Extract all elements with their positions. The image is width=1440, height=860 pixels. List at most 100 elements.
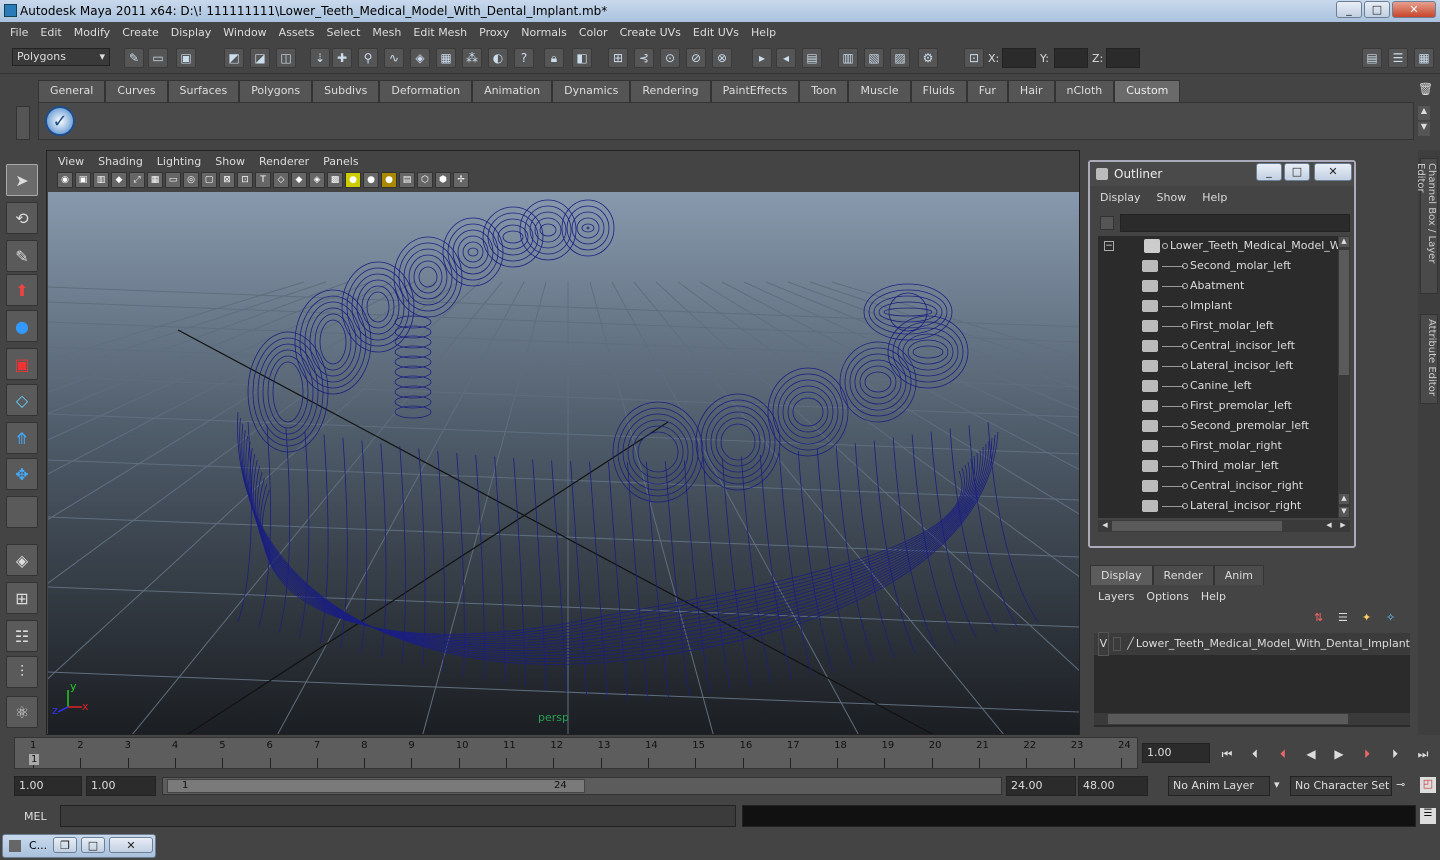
snap-curve-icon[interactable]: ⊰ [634,48,654,68]
playback-end-field[interactable]: 24.00 [1006,776,1076,796]
bookmarks-icon[interactable]: ▥ [93,172,109,188]
select-handles-icon[interactable]: ✚ [332,48,352,68]
outliner-minimize-button[interactable]: _ [1256,163,1282,181]
scroll-thumb[interactable] [1112,521,1282,531]
menu-set-selector[interactable]: Polygons ▾ [12,48,110,66]
lock-selection-icon[interactable]: ⇣ [310,48,330,68]
layer-stack-icon[interactable]: ☰ [1338,611,1356,627]
menu-edit-uvs[interactable]: Edit UVs [687,26,745,39]
menu-assets[interactable]: Assets [273,26,321,39]
maximize-button[interactable]: □ [1364,1,1390,18]
tab-polygons[interactable]: Polygons [239,80,313,102]
two-d-pan-zoom-icon[interactable]: ⤢ [129,172,145,188]
layer-type-toggle[interactable] [1112,637,1122,651]
scroll-left-arrow[interactable]: ◀ [1324,521,1334,531]
image-plane-icon[interactable]: ◆ [111,172,127,188]
menu-modify[interactable]: Modify [68,26,116,39]
outliner-item[interactable]: Third_molar_left [1098,456,1338,476]
make-live-icon[interactable]: ⊗ [712,48,732,68]
wireframe-icon[interactable]: ◇ [273,172,289,188]
tab-fluids[interactable]: Fluids [910,80,967,102]
snap-point-icon[interactable]: ⊙ [660,48,680,68]
select-rendering-icon[interactable]: ◐ [488,48,508,68]
tab-hair[interactable]: Hair [1007,80,1055,102]
textured-icon[interactable]: ▩ [327,172,343,188]
mel-label[interactable]: MEL [24,810,47,823]
show-manipulator-icon[interactable]: ✥ [6,458,38,490]
camera-attributes-icon[interactable]: ▣ [75,172,91,188]
step-back-key-icon[interactable]: ⏴ [1274,745,1292,763]
scroll-right-arrow[interactable]: ▶ [1338,521,1348,531]
select-component-icon[interactable]: ◫ [276,48,296,68]
snap-view-plane-icon[interactable]: ⊘ [686,48,706,68]
hypershade-layout-icon[interactable]: ⚛ [6,696,38,728]
tab-ncloth[interactable]: nCloth [1054,80,1115,102]
mel-command-input[interactable] [60,805,736,827]
menu-create[interactable]: Create [116,26,165,39]
menu-mesh[interactable]: Mesh [366,26,407,39]
select-joints-icon[interactable]: ⚲ [358,48,378,68]
z-input[interactable] [1106,48,1140,68]
outliner-item[interactable]: Second_molar_left [1098,256,1338,276]
new-layer-selected-icon[interactable]: ✧ [1386,611,1404,627]
input-ops-icon[interactable]: ▸ [752,48,772,68]
universal-manipulator-icon[interactable]: ◇ [6,384,38,416]
outliner-item[interactable]: Lateral_incisor_right [1098,496,1338,516]
playback-start-field[interactable]: 1.00 [86,776,156,796]
safe-title-icon[interactable]: T [255,172,271,188]
animation-end-field[interactable]: 48.00 [1078,776,1148,796]
x-input[interactable] [1002,48,1036,68]
xray-icon[interactable]: ⬡ [417,172,433,188]
scroll-down-arrow[interactable]: ▲ [1339,494,1349,504]
viewport-menu-lighting[interactable]: Lighting [150,155,208,168]
new-layer-icon[interactable]: ✦ [1362,611,1380,627]
last-tool-icon[interactable] [6,496,38,528]
tab-painteffects[interactable]: PaintEffects [710,80,800,102]
construction-history-icon[interactable]: ▤ [802,48,822,68]
tab-rendering[interactable]: Rendering [630,80,711,102]
outliner-item[interactable]: Second_premolar_left [1098,416,1338,436]
viewport-menu-shading[interactable]: Shading [91,155,150,168]
select-deformations-icon[interactable]: ▦ [436,48,456,68]
channel-box-tab[interactable]: Channel Box / Layer Editor [1415,158,1438,294]
graph-editor-layout-icon[interactable]: ⫶ [6,656,38,688]
minimize-button[interactable]: _ [1336,1,1362,18]
safe-action-icon[interactable]: ⊡ [237,172,253,188]
close-button[interactable]: ✕ [109,837,153,853]
menu-help[interactable]: Help [745,26,782,39]
render-current-frame-icon[interactable]: ▧ [864,48,884,68]
move-layer-up-icon[interactable]: ⇅ [1314,611,1332,627]
outliner-menu-show[interactable]: Show [1157,191,1187,204]
snap-grid-icon[interactable]: ⊞ [608,48,628,68]
camera-select-icon[interactable]: ◉ [57,172,73,188]
tab-toon[interactable]: Toon [799,80,849,102]
menu-normals[interactable]: Normals [515,26,573,39]
layer-row[interactable]: V ╱ Lower_Teeth_Medical_Model_With_Denta… [1094,632,1410,656]
select-dynamics-icon[interactable]: ⁂ [462,48,482,68]
tab-dynamics[interactable]: Dynamics [552,80,631,102]
scale-tool-icon[interactable]: ▣ [6,348,38,380]
xray-components-icon[interactable]: ✢ [453,172,469,188]
anim-layer-selector[interactable]: No Anim Layer [1168,776,1270,796]
tab-fur[interactable]: Fur [966,80,1008,102]
select-misc-icon[interactable]: ? [514,48,534,68]
tab-curves[interactable]: Curves [105,80,168,102]
ipr-render-icon[interactable]: ▨ [890,48,910,68]
current-time-field[interactable]: 1.00 [1142,743,1210,763]
layer-color-icon[interactable]: ╱ [1127,633,1134,655]
new-scene-icon[interactable]: ✎ [124,48,144,68]
outliner-root-node[interactable]: − Lower_Teeth_Medical_Model_With [1098,236,1338,256]
select-object-icon[interactable]: ◪ [250,48,270,68]
maximize-button[interactable]: □ [81,837,105,853]
menu-display[interactable]: Display [165,26,218,39]
outliner-close-button[interactable]: ✕ [1314,163,1352,181]
resolution-gate-icon[interactable]: ◎ [183,172,199,188]
isolate-select-icon[interactable]: ▤ [399,172,415,188]
scroll-thumb[interactable] [1108,714,1348,724]
viewport-menu-show[interactable]: Show [208,155,252,168]
shelf-menu-button[interactable] [16,106,30,140]
open-scene-icon[interactable]: ▭ [148,48,168,68]
outliner-item[interactable]: First_molar_right [1098,436,1338,456]
transform-mode-icon[interactable]: ⊡ [964,48,984,68]
scroll-left-arrow[interactable]: ◀ [1100,521,1110,531]
